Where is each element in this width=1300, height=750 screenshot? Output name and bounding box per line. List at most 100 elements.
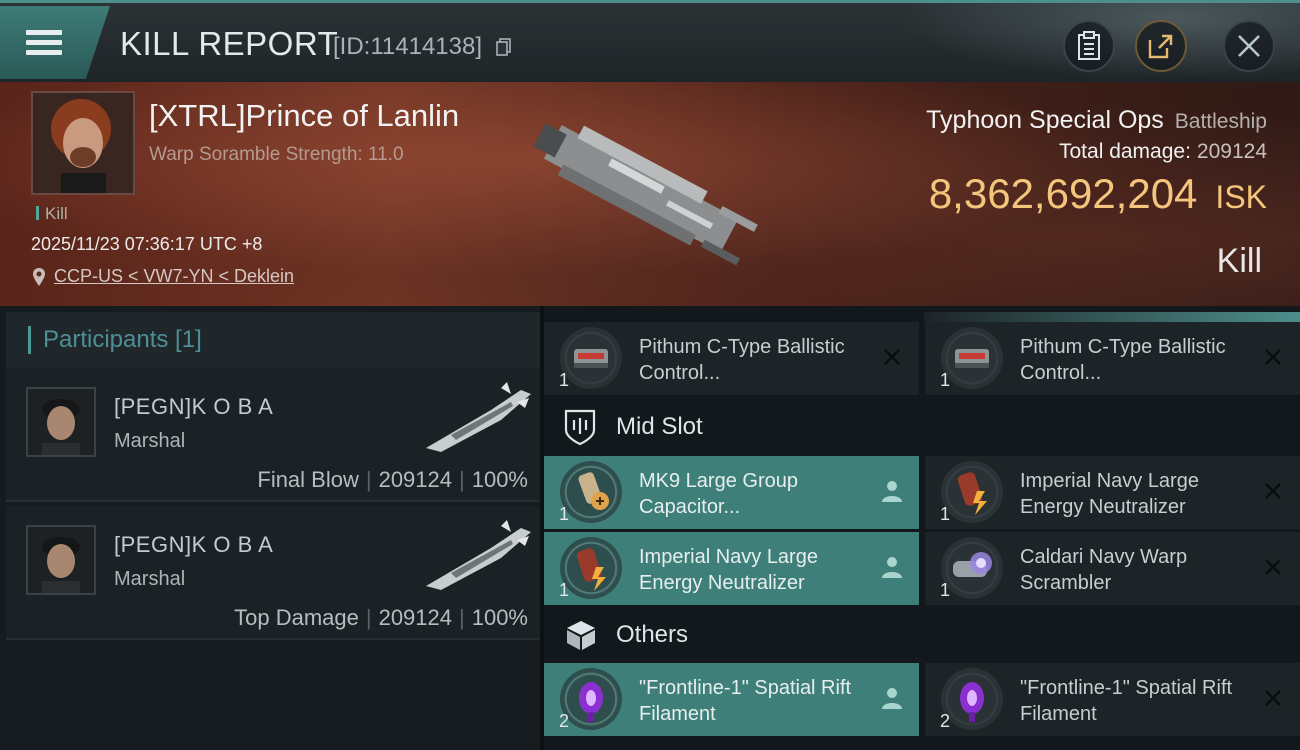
participant-avatar[interactable] — [26, 525, 96, 595]
participant-ship-image[interactable] — [421, 518, 536, 593]
item-card[interactable]: 1 Pithum C-Type Ballistic Control... — [544, 322, 919, 395]
participant-role: Top Damage — [234, 605, 359, 630]
menu-icon — [26, 25, 62, 60]
item-name: "Frontline-1" Spatial Rift Filament — [1020, 677, 1233, 725]
item-icon-ring — [560, 327, 622, 389]
participant-avatar-image — [28, 389, 94, 455]
location-text[interactable]: CCP-US < VW7-YN < Deklein — [54, 266, 294, 287]
victim-avatar-image — [33, 93, 133, 193]
participant-avatar-image — [28, 527, 94, 593]
item-name: Pithum C-Type Ballistic Control... — [639, 336, 845, 384]
participant-name[interactable]: [PEGN]K O B A — [114, 532, 273, 558]
victim-ship-image[interactable] — [520, 102, 770, 282]
item-card[interactable]: 1 Imperial Navy Large Energy Neutralizer — [544, 532, 919, 605]
dropped-icon — [882, 688, 902, 709]
item-quantity: 2 — [940, 711, 951, 731]
destroyed-icon — [1265, 483, 1281, 499]
participant-damage: 209124 — [378, 605, 452, 630]
mid-slot-icon — [564, 409, 596, 446]
item-name: Caldari Navy Warp Scrambler — [1020, 546, 1188, 594]
participant-row[interactable]: [PEGN]K O B A Marshal Final Blow | 209124 |… — [6, 368, 540, 502]
copy-icon[interactable] — [496, 38, 512, 56]
total-damage: Total damage: 209124 — [1059, 140, 1267, 164]
item-quantity: 1 — [940, 370, 951, 390]
ship-class: Battleship — [1174, 110, 1267, 133]
item-icon-ring — [941, 537, 1003, 599]
dropped-icon — [882, 557, 902, 578]
item-icon-ring — [560, 668, 622, 730]
isk-unit: ISK — [1215, 179, 1267, 215]
filament-icon — [960, 682, 984, 722]
participant-row[interactable]: [PEGN]K O B A Marshal Top Damage | 209124 |… — [6, 506, 540, 640]
result-label: Kill — [1216, 242, 1262, 280]
victim-portrait[interactable] — [31, 91, 135, 195]
item-icon-ring — [941, 327, 1003, 389]
energy-neutralizer-icon — [576, 548, 606, 591]
item-quantity: 2 — [559, 711, 570, 731]
report-id: [ID:11414138] — [333, 33, 483, 60]
energy-neutralizer-icon — [957, 472, 987, 515]
victim-ship-name[interactable]: Typhoon Special Ops Battleship — [926, 106, 1267, 135]
close-icon — [1238, 35, 1260, 57]
item-icon-ring — [941, 461, 1003, 523]
ballistic-control-icon — [574, 349, 608, 368]
menu-button[interactable] — [0, 6, 110, 79]
participant-name[interactable]: [PEGN]K O B A — [114, 394, 273, 420]
item-card[interactable]: 1 Pithum C-Type Ballistic Control... — [925, 322, 1300, 395]
item-card[interactable]: 1 Imperial Navy Large Energy Neutralizer — [925, 456, 1300, 529]
header-bar: KILL REPORT [ID:11414138] — [0, 0, 1300, 85]
share-icon — [1148, 34, 1173, 59]
cargo-box-icon — [567, 621, 595, 650]
total-damage-value: 209124 — [1196, 140, 1267, 163]
participants-panel: Participants [1] [PEGN]K O B A Marshal F… — [0, 306, 540, 750]
item-name: Imperial Navy Large Energy Neutralizer — [1020, 470, 1199, 518]
clipboard-button[interactable] — [1063, 20, 1115, 72]
item-card[interactable]: 1 Caldari Navy Warp Scrambler — [925, 532, 1300, 605]
kill-timestamp: 2025/11/23 07:36:17 UTC +8 — [31, 234, 263, 254]
item-card[interactable]: 1 MK9 Large Group Capacitor... — [544, 456, 919, 529]
participant-stats: Final Blow | 209124 | 100% — [257, 467, 528, 492]
victim-name[interactable]: [XTRL]Prince of Lanlin — [149, 98, 459, 134]
isk-value: 8,362,692,204 ISK — [929, 170, 1267, 218]
location-link[interactable]: CCP-US < VW7-YN < Deklein — [32, 266, 294, 287]
close-button[interactable] — [1223, 20, 1275, 72]
item-name: Imperial Navy Large Energy Neutralizer — [639, 546, 818, 594]
item-icon-ring — [560, 537, 622, 599]
participant-stats: Top Damage | 209124 | 100% — [234, 605, 528, 630]
participant-percent: 100% — [471, 605, 528, 630]
item-card[interactable]: 2 "Frontline-1" Spatial Rift Filament — [544, 663, 919, 736]
kill-tag-label: Kill — [45, 204, 68, 223]
share-button[interactable] — [1135, 20, 1187, 72]
participant-role: Final Blow — [257, 467, 359, 492]
items-panel: 1 Pithum C-Type Ballistic Control... 1 P… — [544, 306, 1300, 750]
destroyed-icon — [1265, 349, 1281, 365]
participant-ship: Marshal — [114, 430, 186, 452]
ship-name-text: Typhoon Special Ops — [926, 106, 1164, 134]
item-card[interactable]: 2 "Frontline-1" Spatial Rift Filament — [925, 663, 1300, 736]
header-accent-bar — [28, 326, 31, 354]
destroyed-icon — [884, 349, 900, 365]
item-quantity: 1 — [559, 580, 570, 600]
victim-subtitle: Warp Soramble Strength: 11.0 — [149, 144, 404, 165]
section-mid-slot: Mid Slot — [544, 402, 1300, 452]
others-label: Others — [616, 621, 689, 648]
total-damage-label: Total damage: — [1059, 140, 1191, 163]
item-quantity: 1 — [940, 580, 951, 600]
ballistic-control-icon — [955, 349, 989, 368]
item-name: "Frontline-1" Spatial Rift Filament — [639, 677, 852, 725]
participants-header[interactable]: Participants [1] — [6, 312, 540, 368]
item-name: Pithum C-Type Ballistic Control... — [1020, 336, 1226, 384]
destroyed-icon — [1265, 690, 1281, 706]
warp-scrambler-icon — [953, 552, 992, 577]
item-quantity: 1 — [559, 370, 570, 390]
participant-damage: 209124 — [378, 467, 452, 492]
item-quantity: 1 — [559, 504, 570, 524]
participants-title: Participants [1] — [43, 326, 202, 353]
kill-tag: Kill — [36, 204, 68, 224]
item-name: MK9 Large Group Capacitor... — [639, 470, 798, 518]
participant-ship-image[interactable] — [421, 380, 536, 455]
participant-avatar[interactable] — [26, 387, 96, 457]
item-quantity: 1 — [940, 504, 951, 524]
victim-banner: [XTRL]Prince of Lanlin Warp Soramble Str… — [0, 82, 1300, 306]
capacitor-icon — [578, 472, 609, 510]
